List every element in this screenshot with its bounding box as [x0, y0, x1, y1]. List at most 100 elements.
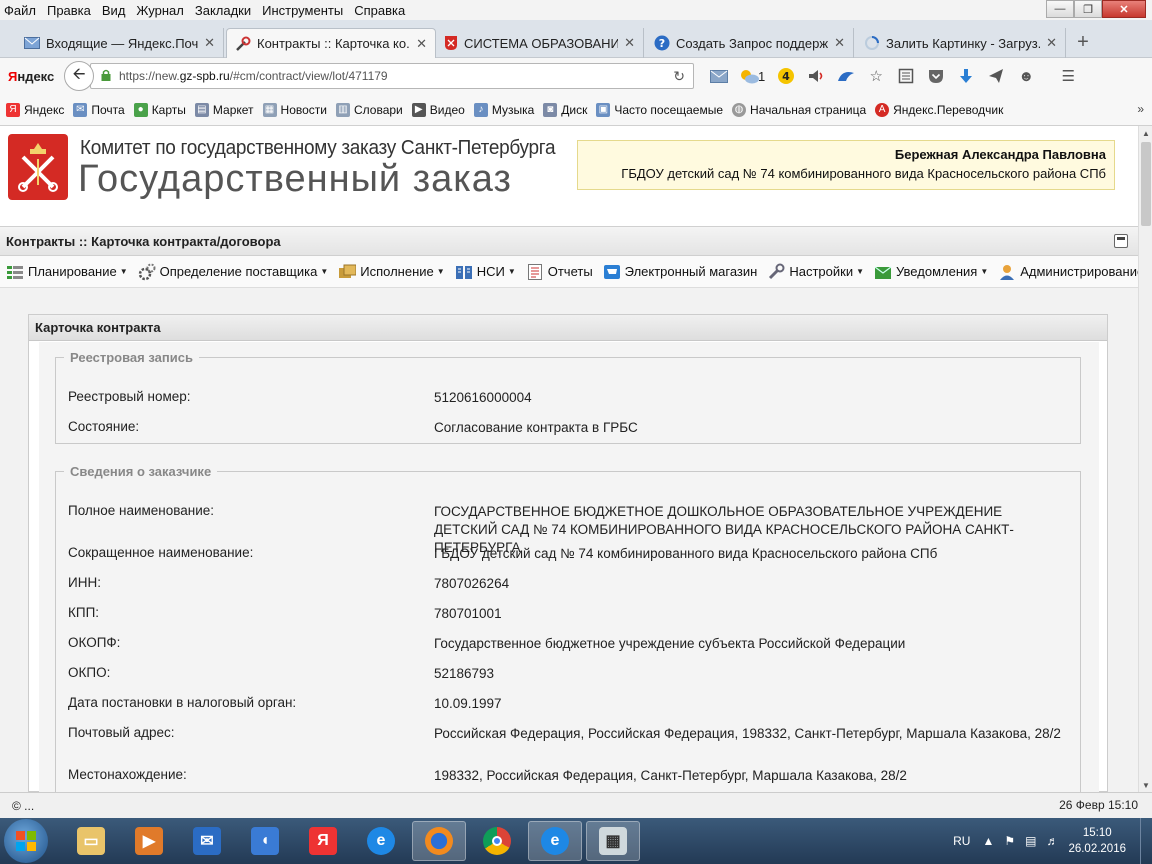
scroll-down-icon[interactable]: ▼	[1139, 778, 1152, 792]
menu-bookmarks[interactable]: Закладки	[191, 3, 255, 18]
taskbar-yandex-browser[interactable]: Я	[296, 821, 350, 861]
tab-title: СИСТЕМА ОБРАЗОВАНИ...	[464, 35, 619, 51]
show-hidden-icons-icon[interactable]: ▲	[982, 834, 994, 848]
menu-e-shop[interactable]: Электронный магазин	[603, 263, 757, 281]
menu-supplier-selection[interactable]: Определение поставщика ▼	[138, 263, 328, 281]
close-tab-icon[interactable]: ✕	[834, 35, 845, 51]
reading-list-icon[interactable]	[891, 64, 921, 88]
customer-section: Сведения о заказчике Полное наименование…	[55, 464, 1081, 792]
clock[interactable]: 15:10 26.02.2016	[1068, 825, 1126, 857]
sync-icon[interactable]	[831, 64, 861, 88]
address-bar[interactable]: https://new.gz-spb.ru/#cm/contract/view/…	[90, 63, 694, 89]
menu-file[interactable]: Файл	[0, 3, 40, 18]
menu-view[interactable]: Вид	[98, 3, 130, 18]
minimize-button[interactable]: —	[1046, 0, 1074, 18]
customer-section-legend: Сведения о заказчике	[70, 464, 212, 479]
firefox-icon	[425, 827, 453, 855]
star-icon[interactable]: ☆	[861, 64, 891, 88]
bookmark-music[interactable]: ♪ Музыка	[473, 102, 534, 117]
field-label: Почтовый адрес:	[68, 725, 175, 740]
bookmark-news[interactable]: ▦ Новости	[262, 102, 327, 117]
scroll-up-icon[interactable]: ▲	[1139, 126, 1152, 140]
bookmarks-bar: Я Яндекс ✉ Почта ● Карты ▤ Маркет ▦ Новости ▥…	[0, 94, 1152, 126]
field-value: 10.09.1997	[434, 696, 502, 711]
status-datetime: 26 Февр 15:10	[1059, 798, 1138, 812]
page-content: Комитет по государственному заказу Санкт…	[0, 126, 1138, 792]
bookmarks-more-icon[interactable]: »	[1137, 102, 1144, 116]
menu-help[interactable]: Справка	[350, 3, 409, 18]
speaker-icon[interactable]	[801, 64, 831, 88]
taskbar-ie-active[interactable]: e	[528, 821, 582, 861]
download-icon[interactable]	[951, 64, 981, 88]
close-tab-icon[interactable]: ✕	[204, 35, 215, 51]
menu-notifications[interactable]: Уведомления ▼	[874, 263, 988, 281]
menu-execution[interactable]: Исполнение ▼	[338, 263, 445, 281]
menu-planning[interactable]: Планирование ▼	[6, 263, 128, 281]
taskbar-media-player[interactable]: ▶	[122, 821, 176, 861]
bookmark-yandex[interactable]: Я Яндекс	[6, 102, 64, 117]
bookmark-translator[interactable]: A Яндекс.Переводчик	[875, 102, 1003, 117]
menu-nsi[interactable]: НСИ ▼	[455, 263, 516, 281]
back-arrow-icon: 🡨	[72, 65, 86, 83]
tab-support-request[interactable]: ? Создать Запрос поддержк... ✕	[646, 28, 854, 58]
cart-icon	[603, 263, 621, 281]
volume-icon[interactable]: ♬	[1046, 834, 1058, 848]
bookmark-home-page[interactable]: ◍ Начальная страница	[732, 102, 866, 117]
taskbar-explorer[interactable]: ▭	[64, 821, 118, 861]
smiley-icon[interactable]: ☻	[1011, 64, 1041, 88]
tab-contracts[interactable]: Контракты :: Карточка ко... ✕	[226, 28, 436, 58]
notification-badge-icon[interactable]: 4	[771, 64, 801, 88]
taskbar-firefox[interactable]	[412, 821, 466, 861]
user-organization: ГБДОУ детский сад № 74 комбинированного …	[621, 166, 1106, 181]
taskbar-chrome[interactable]	[470, 821, 524, 861]
scrollbar-thumb[interactable]	[1141, 142, 1151, 226]
field-label: ИНН:	[68, 575, 101, 590]
network-icon[interactable]: ▤	[1025, 834, 1036, 848]
field-label: Состояние:	[68, 419, 140, 434]
bookmark-maps[interactable]: ● Карты	[133, 102, 186, 117]
bookmark-most-visited[interactable]: ▣ Часто посещаемые	[596, 102, 723, 117]
hamburger-menu-icon[interactable]: ☰	[1053, 64, 1083, 88]
execution-icon	[338, 263, 357, 281]
taskbar-ie[interactable]: e	[354, 821, 408, 861]
bookmark-mail[interactable]: ✉ Почта	[73, 102, 125, 117]
back-button[interactable]: 🡨	[64, 61, 94, 91]
flag-icon[interactable]: ⚑	[1004, 834, 1015, 848]
menu-reports[interactable]: Отчеты	[526, 263, 593, 281]
send-icon[interactable]	[981, 64, 1011, 88]
tab-upload-image[interactable]: Залить Картинку - Загруз... ✕	[856, 28, 1066, 58]
close-window-button[interactable]: ✕	[1102, 0, 1146, 18]
mail-icon[interactable]	[704, 64, 734, 88]
close-tab-icon[interactable]: ✕	[624, 35, 635, 51]
video-icon: ▶	[411, 102, 426, 117]
taskbar: ▭ ▶ ✉ ◖ Я e e ▦ RU ▲ ⚑ ▤ ♬ 15:10 26.02.2…	[0, 818, 1152, 864]
collapse-icon[interactable]	[1114, 234, 1128, 248]
reload-icon[interactable]: ↻	[673, 68, 685, 85]
maximize-button[interactable]: ❐	[1074, 0, 1102, 18]
menu-administration[interactable]: Администрирование▼	[998, 263, 1138, 281]
pocket-icon[interactable]	[921, 64, 951, 88]
new-tab-button[interactable]: +	[1068, 28, 1098, 56]
bookmark-disk[interactable]: ◙ Диск	[543, 102, 587, 117]
svg-text:4: 4	[782, 70, 790, 83]
taskbar-outlook[interactable]: ✉	[180, 821, 234, 861]
menu-history[interactable]: Журнал	[132, 3, 187, 18]
menu-tools[interactable]: Инструменты	[258, 3, 347, 18]
menu-settings[interactable]: Настройки ▼	[767, 263, 864, 281]
taskbar-calculator[interactable]: ▦	[586, 821, 640, 861]
menu-edit[interactable]: Правка	[43, 3, 95, 18]
bookmark-market[interactable]: ▤ Маркет	[194, 102, 254, 117]
taskbar-sound[interactable]: ◖	[238, 821, 292, 861]
tab-yandex-mail[interactable]: Входящие — Яндекс.Почта ✕	[16, 28, 224, 58]
bookmark-video[interactable]: ▶ Видео	[411, 102, 465, 117]
yandex-brand[interactable]: Яндекс	[8, 69, 54, 84]
close-tab-icon[interactable]: ✕	[1046, 35, 1057, 51]
start-button[interactable]	[4, 819, 48, 863]
close-tab-icon[interactable]: ✕	[416, 36, 427, 52]
field-value: Российская Федерация, Российская Федерац…	[434, 726, 1061, 741]
page-scrollbar[interactable]: ▲ ▼	[1138, 126, 1152, 792]
show-desktop-button[interactable]	[1140, 818, 1152, 864]
tab-education[interactable]: СИСТЕМА ОБРАЗОВАНИ... ✕	[436, 28, 644, 58]
bookmark-dictionaries[interactable]: ▥ Словари	[335, 102, 403, 117]
language-indicator[interactable]: RU	[953, 834, 970, 848]
